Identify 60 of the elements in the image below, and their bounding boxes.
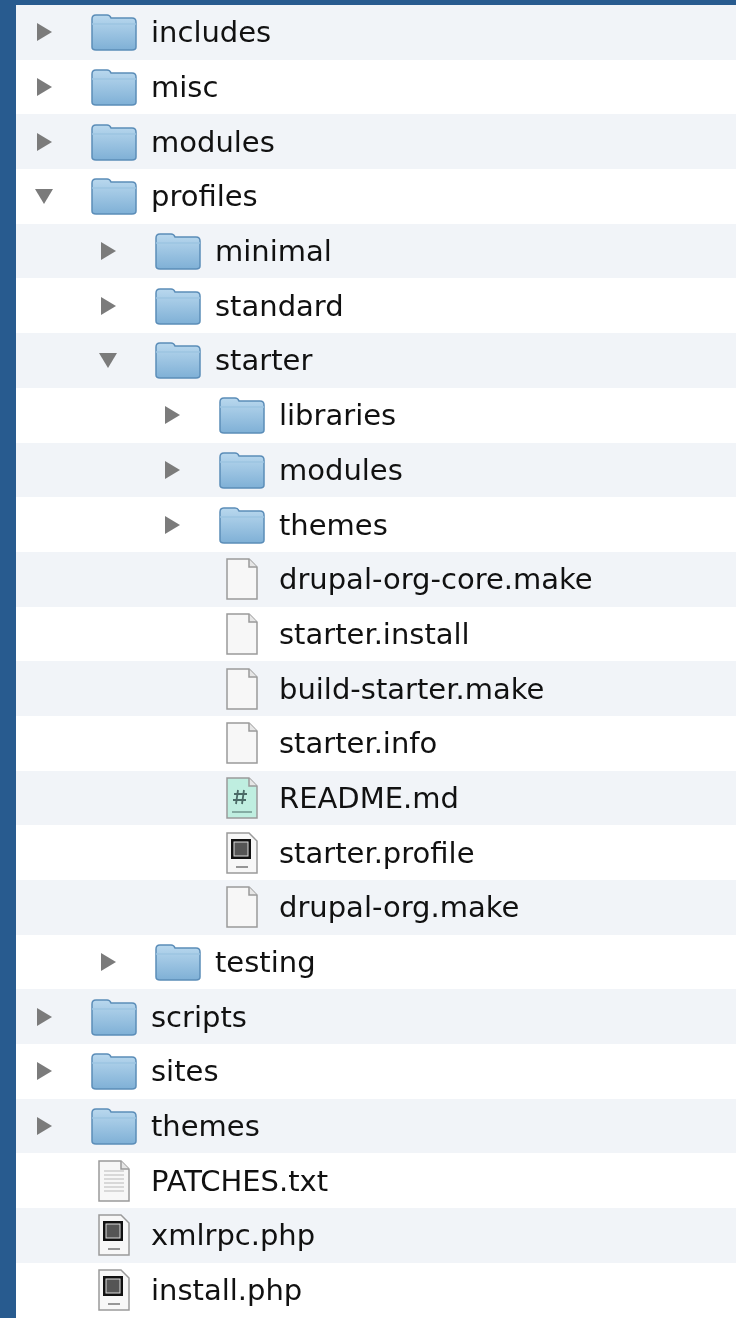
file-name: profiles	[151, 179, 258, 214]
file-name: starter.install	[279, 616, 470, 651]
folder-icon	[89, 68, 138, 107]
folder-icon	[89, 997, 138, 1036]
folder-icon	[217, 450, 266, 489]
disclosure-triangle[interactable]	[98, 295, 118, 316]
file-name: drupal-org.make	[279, 890, 520, 925]
disclosure-triangle[interactable]	[98, 241, 118, 262]
document-icon	[224, 611, 259, 656]
file-name: README.md	[279, 780, 459, 815]
file-name: starter.info	[279, 726, 438, 761]
markdown-document-icon	[224, 775, 259, 820]
file-name: PATCHES.txt	[151, 1163, 329, 1198]
folder-icon	[217, 505, 266, 544]
document-icon	[224, 666, 259, 711]
file-name: scripts	[151, 999, 247, 1034]
file-name: starter	[215, 343, 313, 378]
folder-icon	[89, 13, 138, 52]
executable-file-icon	[96, 1213, 131, 1258]
file-name: xmlrpc.php	[151, 1218, 316, 1253]
disclosure-triangle[interactable]	[162, 459, 182, 480]
file-name: drupal-org-core.make	[279, 562, 593, 597]
file-name: themes	[151, 1109, 260, 1144]
file-name: sites	[151, 1054, 219, 1089]
file-name: themes	[279, 507, 388, 542]
file-name: includes	[151, 15, 272, 50]
document-icon	[224, 557, 259, 602]
folder-icon	[217, 396, 266, 435]
disclosure-triangle[interactable]	[98, 952, 118, 973]
disclosure-triangle[interactable]	[162, 405, 182, 426]
disclosure-triangle[interactable]	[34, 1116, 54, 1137]
disclosure-triangle[interactable]	[34, 131, 54, 152]
folder-icon	[153, 232, 202, 271]
file-name: modules	[151, 124, 275, 159]
disclosure-triangle[interactable]	[34, 1006, 54, 1027]
file-name: build-starter.make	[279, 671, 545, 706]
file-name: testing	[215, 945, 316, 980]
folder-icon	[153, 943, 202, 982]
folder-icon	[153, 341, 202, 380]
document-icon	[224, 721, 259, 766]
executable-file-icon	[224, 830, 259, 875]
file-name: modules	[279, 452, 403, 487]
document-icon	[96, 1158, 131, 1203]
folder-icon	[89, 122, 138, 161]
document-icon	[224, 885, 259, 930]
file-name: starter.profile	[279, 835, 475, 870]
file-name: standard	[215, 288, 344, 323]
folder-icon	[89, 1107, 138, 1146]
file-name: misc	[151, 70, 219, 105]
disclosure-triangle[interactable]	[34, 1061, 54, 1082]
folder-icon	[89, 1052, 138, 1091]
disclosure-triangle[interactable]	[162, 514, 182, 535]
executable-file-icon	[96, 1268, 131, 1313]
folder-icon	[89, 177, 138, 216]
file-name: minimal	[215, 234, 332, 269]
file-name: install.php	[151, 1273, 303, 1308]
disclosure-triangle[interactable]	[34, 22, 54, 43]
folder-icon	[153, 286, 202, 325]
file-name: libraries	[279, 398, 397, 433]
disclosure-triangle[interactable]	[34, 77, 54, 98]
